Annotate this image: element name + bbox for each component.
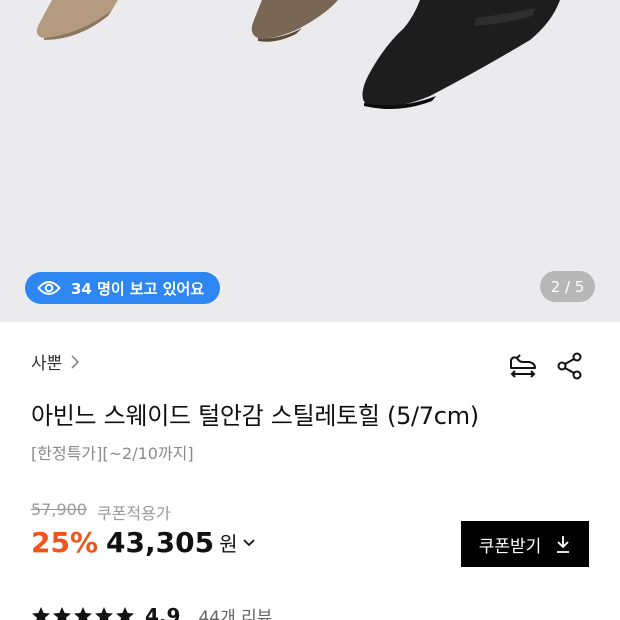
discount-rate: 25% — [31, 526, 99, 559]
product-subtitle: [한정특가][~2/10까지] — [31, 444, 194, 463]
brand-name: 사뿐 — [31, 354, 63, 374]
star-icon — [32, 606, 50, 620]
star-rating — [31, 606, 135, 620]
review-count[interactable]: 44개 리뷰 — [198, 603, 272, 620]
star-icon — [74, 606, 92, 620]
review-summary[interactable]: 4.9 44개 리뷰 — [31, 603, 272, 620]
chevron-down-icon[interactable] — [242, 538, 256, 548]
star-icon — [53, 606, 71, 620]
rating-value: 4.9 — [145, 603, 181, 620]
coupon-price-label: 쿠폰적용가 — [96, 504, 171, 523]
size-guide-icon — [510, 354, 536, 378]
coupon-download-button[interactable]: 쿠폰받기 — [461, 521, 589, 567]
star-icon — [116, 606, 134, 620]
brand-link[interactable]: 사뿐 — [31, 349, 80, 374]
share-button[interactable] — [554, 349, 586, 383]
original-price: 57,900 — [31, 500, 87, 519]
chevron-right-icon — [71, 354, 80, 369]
size-guide-button[interactable] — [507, 349, 539, 383]
original-price-row: 57,900 쿠폰적용가 — [31, 500, 171, 524]
page-indicator: 2 / 5 — [540, 271, 595, 302]
viewers-badge: 34 명이 보고 있어요 — [25, 272, 221, 304]
viewers-text: 34 명이 보고 있어요 — [71, 279, 205, 298]
sale-price-row[interactable]: 25% 43,305 원 — [31, 526, 256, 559]
coupon-button-label: 쿠폰받기 — [478, 536, 542, 557]
eye-icon — [37, 281, 61, 295]
download-icon — [557, 536, 570, 553]
product-title: 아빈느 스웨이드 털안감 스틸레토힐 (5/7cm) — [31, 402, 479, 430]
currency-unit: 원 — [219, 532, 238, 556]
star-icon — [95, 606, 113, 620]
share-icon — [557, 352, 582, 380]
product-image-gallery[interactable]: 34 명이 보고 있어요 2 / 5 — [0, 0, 620, 322]
sale-price: 43,305 — [106, 526, 215, 559]
